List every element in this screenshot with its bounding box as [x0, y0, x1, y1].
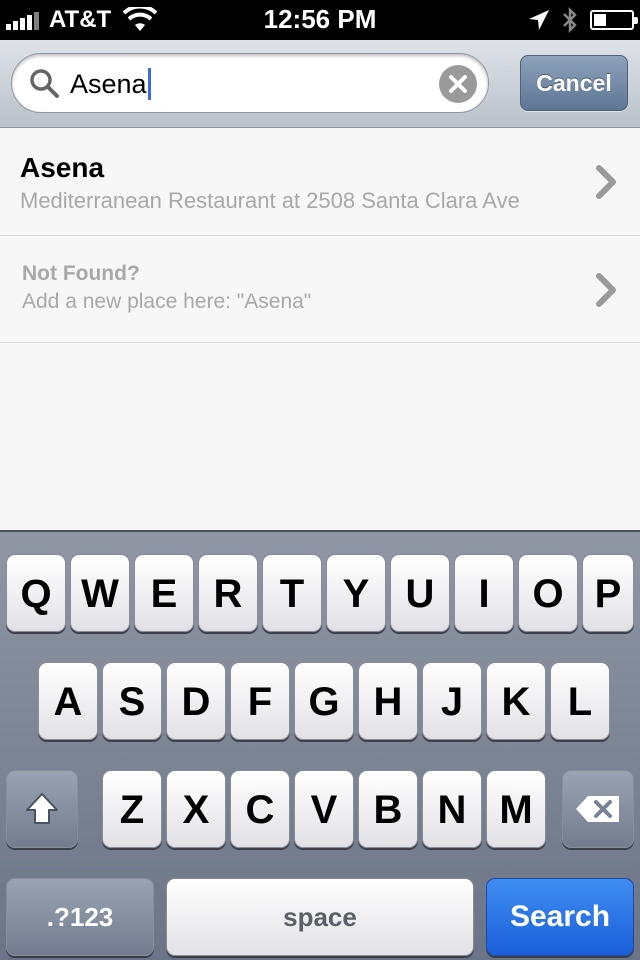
key-w[interactable]: W	[70, 554, 130, 632]
clear-search-button[interactable]	[439, 65, 477, 103]
not-found-title: Not Found?	[22, 262, 140, 285]
chevron-right-icon	[596, 273, 616, 307]
result-title: Asena	[20, 152, 105, 183]
clear-icon	[449, 75, 467, 93]
search-bar: Asena Cancel	[0, 40, 640, 128]
key-s[interactable]: S	[102, 662, 162, 740]
key-e[interactable]: E	[134, 554, 194, 632]
key-h[interactable]: H	[358, 662, 418, 740]
search-icon	[30, 69, 59, 98]
add-new-place-subtitle: Add a new place here: "Asena"	[22, 290, 312, 313]
key-z[interactable]: Z	[102, 770, 162, 848]
search-input[interactable]: Asena	[11, 53, 489, 113]
key-i[interactable]: I	[454, 554, 514, 632]
key-u[interactable]: U	[390, 554, 450, 632]
cancel-button[interactable]: Cancel	[520, 55, 628, 111]
keyboard: Q W E R T Y U I O P A S D F G H J K L Z …	[0, 530, 640, 960]
key-b[interactable]: B	[358, 770, 418, 848]
location-arrow-icon	[529, 10, 549, 30]
key-q[interactable]: Q	[6, 554, 66, 632]
key-v[interactable]: V	[294, 770, 354, 848]
result-item-asena[interactable]: Asena Mediterranean Restaurant at 2508 S…	[0, 128, 640, 236]
delete-key[interactable]	[562, 770, 634, 848]
result-subtitle: Mediterranean Restaurant at 2508 Santa C…	[20, 188, 520, 213]
key-n[interactable]: N	[422, 770, 482, 848]
chevron-right-icon	[596, 165, 616, 199]
results-list: Asena Mediterranean Restaurant at 2508 S…	[0, 128, 640, 530]
text-caret	[147, 68, 151, 100]
key-l[interactable]: L	[550, 662, 610, 740]
backspace-icon	[576, 796, 619, 822]
key-f[interactable]: F	[230, 662, 290, 740]
key-m[interactable]: M	[486, 770, 546, 848]
key-o[interactable]: O	[518, 554, 578, 632]
key-p[interactable]: P	[582, 554, 634, 632]
numbers-key[interactable]: .?123	[6, 878, 154, 956]
key-t[interactable]: T	[262, 554, 322, 632]
add-new-place-item[interactable]: Not Found? Add a new place here: "Asena"	[0, 236, 640, 343]
key-j[interactable]: J	[422, 662, 482, 740]
search-query-text: Asena	[70, 68, 151, 100]
status-bar: AT&T 12:56 PM	[0, 0, 640, 40]
battery-icon	[590, 10, 638, 30]
space-key[interactable]: space	[166, 878, 474, 956]
search-query-value: Asena	[70, 69, 147, 99]
key-y[interactable]: Y	[326, 554, 386, 632]
key-c[interactable]: C	[230, 770, 290, 848]
key-x[interactable]: X	[166, 770, 226, 848]
key-a[interactable]: A	[38, 662, 98, 740]
status-right	[516, 6, 638, 34]
key-k[interactable]: K	[486, 662, 546, 740]
key-r[interactable]: R	[198, 554, 258, 632]
bluetooth-icon	[563, 7, 577, 33]
search-key[interactable]: Search	[486, 878, 634, 956]
key-d[interactable]: D	[166, 662, 226, 740]
shift-key[interactable]	[6, 770, 78, 848]
shift-icon	[26, 793, 58, 824]
key-g[interactable]: G	[294, 662, 354, 740]
